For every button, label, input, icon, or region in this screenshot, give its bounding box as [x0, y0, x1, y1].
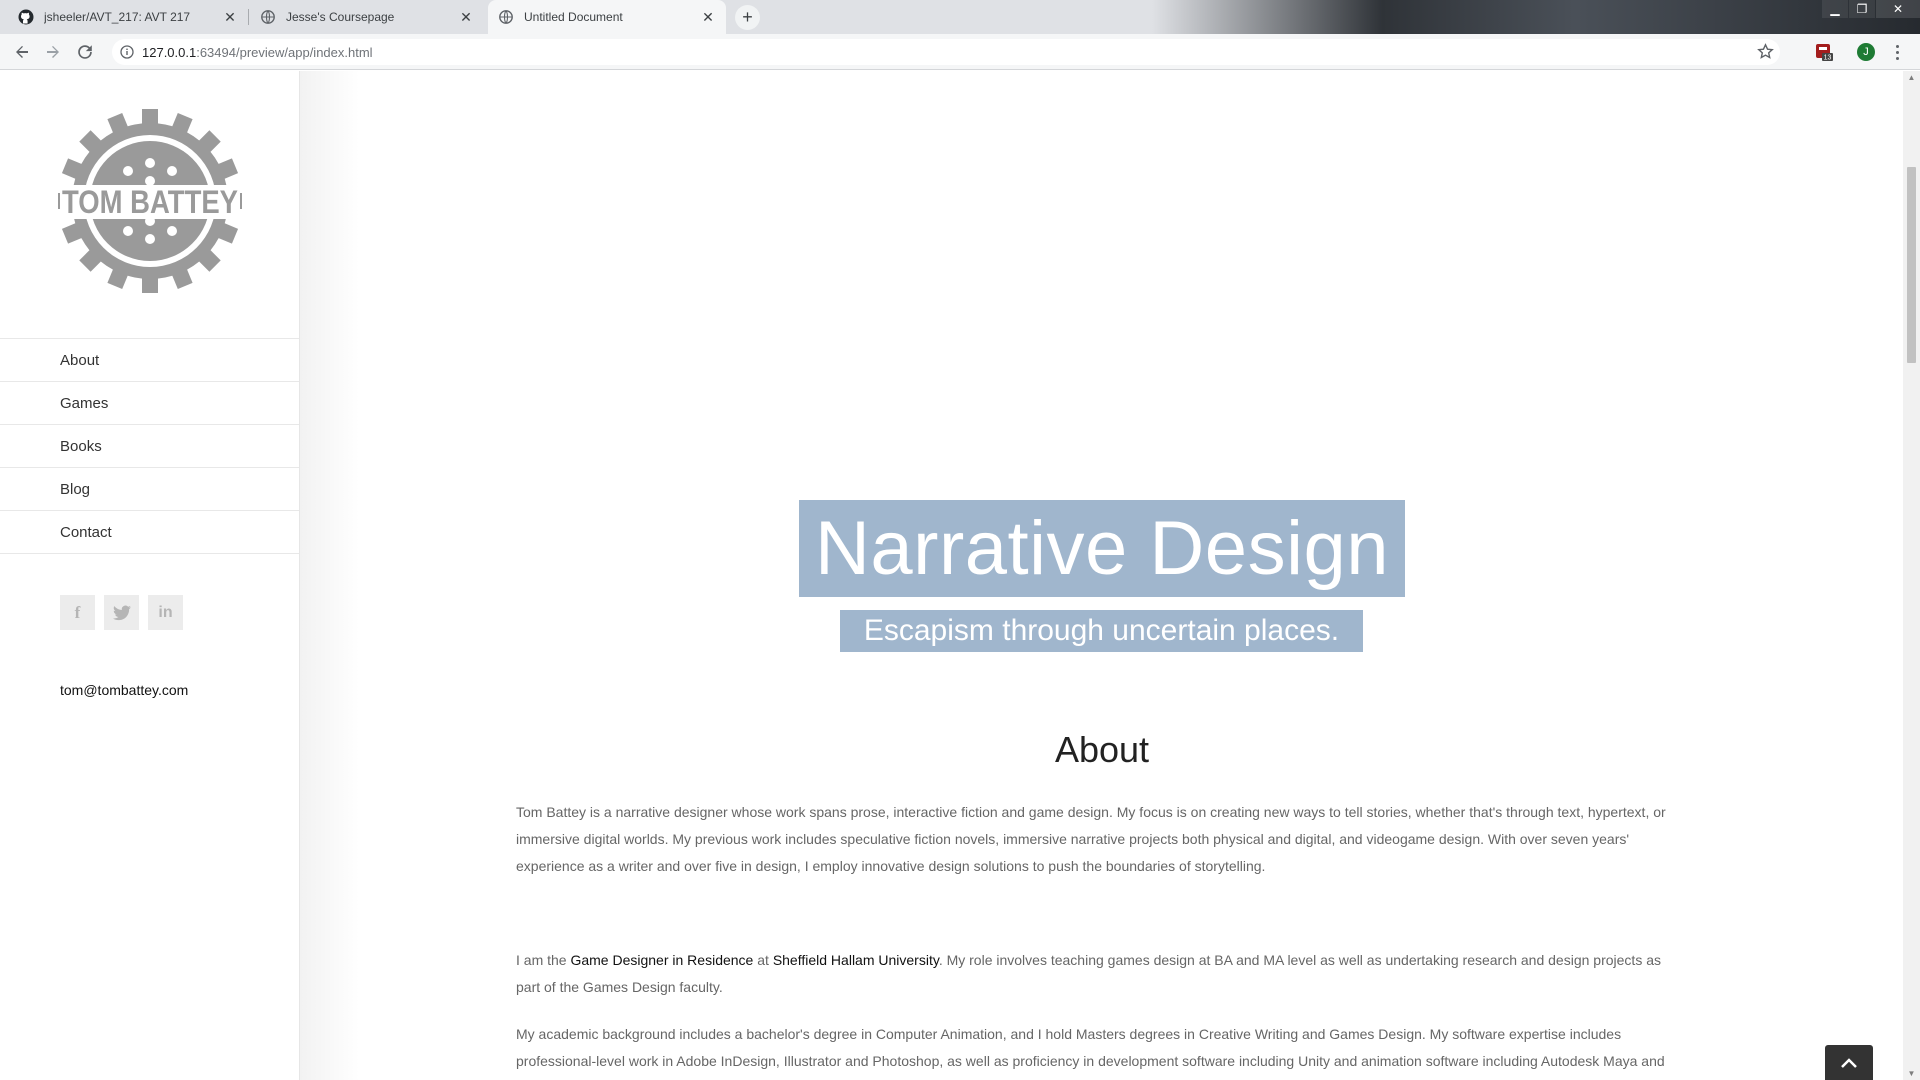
- nav-item-books[interactable]: Books: [0, 425, 299, 468]
- tab-title: Jesse's Coursepage: [286, 10, 395, 24]
- minimize-icon[interactable]: ▁: [1822, 0, 1848, 18]
- tab-title: jsheeler/AVT_217: AVT 217: [44, 10, 191, 24]
- svg-text:TOM BATTEY: TOM BATTEY: [62, 184, 238, 220]
- tab-github[interactable]: jsheeler/AVT_217: AVT 217 ✕: [8, 0, 249, 34]
- about-paragraph-1: Tom Battey is a narrative designer whose…: [516, 804, 1666, 874]
- browser-toolbar: 127.0.0.1:63494/preview/app/index.html 1…: [0, 34, 1920, 70]
- sidebar: TOM BATTEY About Games Books Blog Contac…: [0, 71, 300, 1080]
- paragraph-text: at: [753, 952, 773, 968]
- hero-subtitle: Escapism through uncertain places.: [840, 610, 1363, 652]
- info-icon[interactable]: [112, 45, 142, 59]
- about-paragraph-3: My academic background includes a bachel…: [516, 1026, 1665, 1069]
- forward-button[interactable]: [41, 40, 65, 64]
- about-heading: About: [1054, 729, 1150, 770]
- globe-icon: [498, 9, 514, 25]
- globe-icon: [260, 9, 276, 25]
- scroll-up-arrow-icon[interactable]: ▲: [1907, 73, 1916, 82]
- social-links: f in: [60, 595, 183, 630]
- linkedin-icon[interactable]: in: [148, 595, 183, 630]
- contact-email-link[interactable]: tom@tombattey.com: [60, 682, 188, 698]
- close-icon[interactable]: ✕: [458, 9, 474, 26]
- url-text: 127.0.0.1:63494/preview/app/index.html: [142, 45, 373, 60]
- svg-text:13: 13: [1824, 55, 1832, 62]
- browser-menu-icon[interactable]: [1891, 42, 1903, 62]
- new-tab-button[interactable]: +: [735, 5, 760, 30]
- scroll-down-arrow-icon[interactable]: ▼: [1907, 1069, 1916, 1078]
- nav-item-contact[interactable]: Contact: [0, 511, 299, 554]
- window-controls: ▁ ❐ ✕: [1821, 0, 1920, 20]
- close-icon[interactable]: ✕: [222, 9, 238, 26]
- tab-coursepage[interactable]: Jesse's Coursepage ✕: [250, 0, 484, 34]
- restore-icon[interactable]: ❐: [1849, 0, 1875, 18]
- close-icon[interactable]: ✕: [700, 9, 716, 26]
- extension-icon[interactable]: 13: [1814, 42, 1834, 67]
- tab-title: Untitled Document: [524, 10, 623, 24]
- facebook-icon[interactable]: f: [60, 595, 95, 630]
- twitter-icon[interactable]: [104, 595, 139, 630]
- main-nav: About Games Books Blog Contact: [0, 338, 299, 554]
- page-viewport: TOM BATTEY About Games Books Blog Contac…: [0, 71, 1920, 1080]
- close-window-icon[interactable]: ✕: [1876, 0, 1920, 18]
- forward-arrow-icon: [47, 46, 59, 58]
- address-bar[interactable]: 127.0.0.1:63494/preview/app/index.html: [112, 39, 1780, 65]
- url-path: :63494/preview/app/index.html: [196, 44, 373, 60]
- url-host: 127.0.0.1: [142, 44, 197, 60]
- nav-item-about[interactable]: About: [0, 339, 299, 382]
- sheffield-hallam-university-link[interactable]: Sheffield Hallam University: [773, 952, 939, 968]
- back-button[interactable]: [10, 40, 34, 64]
- game-designer-in-residence-link[interactable]: Game Designer in Residence: [570, 952, 753, 968]
- tab-separator: [248, 9, 249, 25]
- scroll-thumb[interactable]: [1907, 167, 1916, 363]
- page-scrollbar[interactable]: ▲ ▼: [1903, 71, 1920, 1080]
- back-to-top-button[interactable]: [1825, 1045, 1873, 1080]
- sidebar-shadow: [300, 71, 360, 1080]
- nav-item-blog[interactable]: Blog: [0, 468, 299, 511]
- tab-strip: jsheeler/AVT_217: AVT 217 ✕ Jesse's Cour…: [0, 0, 1920, 34]
- nav-item-games[interactable]: Games: [0, 382, 299, 425]
- back-arrow-icon: [16, 46, 28, 58]
- tab-untitled-document[interactable]: Untitled Document ✕: [488, 0, 726, 34]
- hero-title: Narrative Design: [799, 500, 1405, 597]
- paragraph-text: I am the: [516, 952, 571, 968]
- reload-button[interactable]: [73, 40, 97, 64]
- chevron-up-icon: [1841, 1057, 1857, 1068]
- github-icon: [18, 9, 34, 25]
- about-paragraph-2: I am the Game Designer in Residence at S…: [516, 947, 1688, 1001]
- reload-icon: [78, 45, 92, 59]
- site-logo[interactable]: TOM BATTEY: [58, 109, 242, 293]
- profile-avatar[interactable]: J: [1857, 43, 1875, 61]
- bookmark-star-icon[interactable]: [1757, 43, 1774, 65]
